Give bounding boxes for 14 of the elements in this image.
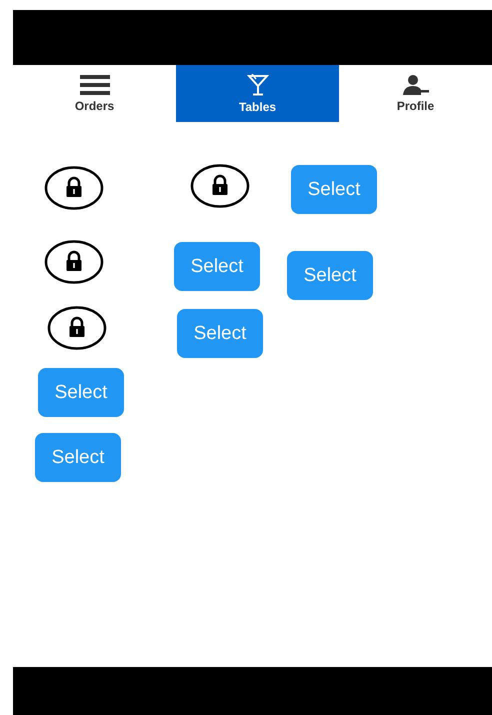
locked-table-icon	[44, 166, 104, 210]
select-button[interactable]: Select	[174, 242, 260, 291]
locked-table-icon	[47, 306, 107, 350]
select-button[interactable]: Select	[291, 165, 377, 214]
locked-table-icon	[190, 164, 250, 208]
menu-icon	[80, 74, 110, 94]
tab[interactable]: Tables	[176, 65, 339, 122]
select-button[interactable]: Select	[177, 309, 263, 358]
locked-table-icon	[44, 240, 104, 284]
select-button[interactable]: Select	[35, 433, 121, 482]
cocktail-glass-icon	[246, 74, 268, 96]
select-button[interactable]: Select	[38, 368, 124, 417]
select-button[interactable]: Select	[287, 251, 373, 300]
person-icon	[402, 74, 428, 94]
